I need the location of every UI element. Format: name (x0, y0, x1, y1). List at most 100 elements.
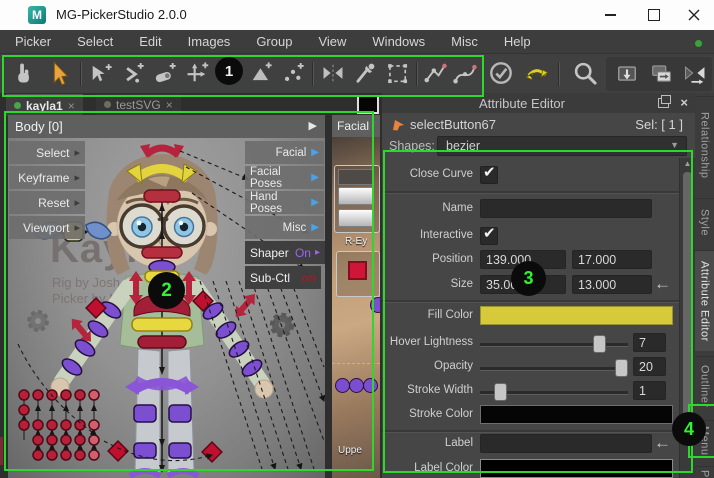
tab-testsvg[interactable]: testSVG × (96, 94, 181, 115)
fill-color-swatch[interactable] (480, 306, 673, 325)
facial-panel-header[interactable]: Facial (332, 115, 380, 137)
label-input[interactable] (480, 434, 652, 453)
tab-outliner[interactable]: Outliner (695, 356, 714, 415)
minimize-button[interactable] (588, 0, 632, 30)
tab-attribute-editor[interactable]: Attribute Editor (695, 250, 714, 351)
subctl-toggle-row[interactable]: Sub-Ctl on (245, 266, 321, 289)
attribute-scrollbar[interactable]: ▲ (679, 158, 695, 478)
add-pose-button-tool[interactable] (118, 58, 148, 90)
misc-button[interactable]: Misc▶ (245, 216, 324, 239)
add-text-button-tool[interactable]: T (214, 58, 244, 90)
search-tool-button[interactable] (570, 58, 600, 90)
facial-joint-dot[interactable] (370, 297, 380, 313)
menu-picker[interactable]: Picker (2, 30, 64, 53)
tab-close-icon[interactable]: × (166, 98, 173, 112)
body-picker-panel: Body [0] ▶ Kayla Rig by Josh Sobel Picke… (8, 115, 325, 478)
finger-controls[interactable] (19, 390, 99, 460)
mirror-panel-icon (682, 60, 708, 86)
hand-pick-tool-button[interactable] (8, 58, 38, 90)
facial-gradient-button[interactable] (338, 209, 374, 227)
marquee-select-tool-button[interactable] (382, 58, 412, 90)
apply-check-tool-button[interactable] (486, 58, 516, 90)
facial-dark-button[interactable] (338, 169, 374, 185)
stroke-width-slider-handle[interactable] (494, 383, 507, 401)
shapes-dropdown[interactable]: bezier ▼ (437, 136, 687, 156)
tab-picker[interactable]: Picker (695, 466, 714, 478)
duplicate-panel-tool-button[interactable] (646, 58, 676, 90)
select-tool-button[interactable] (44, 58, 74, 90)
scroll-up-icon[interactable]: ▲ (680, 159, 695, 168)
name-input[interactable] (480, 199, 652, 218)
body-panel-header[interactable]: Body [0] ▶ (8, 115, 325, 138)
select-menu-button[interactable]: Select▸ (9, 141, 85, 164)
facial-joint-dot[interactable] (335, 378, 350, 393)
menu-windows[interactable]: Windows (359, 30, 438, 53)
add-transform-button-tool[interactable] (182, 58, 212, 90)
menu-group[interactable]: Group (243, 30, 305, 53)
float-dock-icon[interactable] (658, 98, 669, 108)
stroke-width-value[interactable] (633, 381, 666, 400)
facial-gradient-button[interactable] (338, 187, 374, 205)
tab-kayla1[interactable]: kayla1 × (6, 94, 83, 116)
position-y-input[interactable] (572, 250, 652, 269)
position-x-input[interactable] (480, 250, 566, 269)
mirror-panel-tool-button[interactable] (680, 58, 710, 90)
size-height-input[interactable] (572, 275, 652, 294)
button-label: Keyframe (18, 171, 69, 185)
size-width-input[interactable] (480, 275, 566, 294)
play-icon: ▶ (311, 222, 319, 233)
tab-style[interactable]: Style (695, 198, 714, 245)
viewport-menu-button[interactable]: Viewport▸ (9, 216, 85, 239)
shaper-toggle-row[interactable]: Shaper On ▸ (245, 241, 325, 264)
hover-lightness-value[interactable] (633, 333, 666, 352)
bezier-curve-tool-button[interactable] (450, 58, 480, 90)
facial-joint-dot[interactable] (363, 378, 378, 393)
add-dots-button-tool[interactable] (278, 58, 308, 90)
close-curve-checkbox[interactable]: ✔ (480, 166, 498, 184)
panel-expand-icon[interactable]: ▶ (309, 115, 317, 138)
hover-lightness-slider-handle[interactable] (593, 335, 606, 353)
opacity-slider-handle[interactable] (615, 359, 628, 377)
maximize-icon (648, 9, 660, 21)
add-select-button-tool[interactable] (86, 58, 116, 90)
reset-menu-button[interactable]: Reset▸ (9, 191, 85, 214)
window-title: MG-PickerStudio 2.0.0 (56, 7, 187, 22)
color-picker-tool-button[interactable] (350, 58, 380, 90)
mirror-tool-button[interactable] (318, 58, 348, 90)
menu-help[interactable]: Help (491, 30, 544, 53)
toolbar-separator (80, 62, 82, 86)
menu-edit[interactable]: Edit (126, 30, 174, 53)
add-shape-button-tool[interactable] (246, 58, 276, 90)
opacity-slider[interactable] (480, 367, 628, 371)
hand-poses-button[interactable]: Hand Poses▶ (245, 191, 324, 214)
add-slider-button-tool[interactable] (150, 58, 180, 90)
divider (332, 363, 380, 364)
reset-arrow-icon[interactable]: ← (654, 433, 671, 453)
facial-panel-button[interactable]: Facial▶ (245, 141, 324, 164)
close-button[interactable] (674, 0, 714, 30)
keyframe-menu-button[interactable]: Keyframe▸ (9, 166, 85, 189)
namespace-toggle-button[interactable] (357, 95, 379, 114)
menu-view[interactable]: View (305, 30, 359, 53)
tab-menu[interactable]: Menu (695, 420, 714, 461)
facial-joint-dot[interactable] (349, 378, 364, 393)
opacity-value[interactable] (633, 357, 666, 376)
interactive-checkbox[interactable]: ✔ (480, 227, 498, 245)
label-color-swatch[interactable] (480, 459, 673, 478)
reset-arrow-icon[interactable]: ← (654, 274, 671, 294)
mirror-swap-tool-button[interactable] (522, 58, 552, 90)
stroke-color-swatch[interactable] (480, 405, 673, 424)
selection-count: Sel: [ 1 ] (635, 117, 683, 132)
import-image-tool-button[interactable] (612, 58, 642, 90)
panel-close-icon[interactable]: × (680, 95, 688, 110)
maximize-button[interactable] (632, 0, 676, 30)
menu-images[interactable]: Images (175, 30, 244, 53)
tab-relationship[interactable]: Relationship (695, 96, 714, 193)
eye-control-button[interactable] (348, 261, 367, 280)
tab-close-icon[interactable]: × (68, 99, 75, 113)
menu-select[interactable]: Select (64, 30, 126, 53)
polyline-curve-tool-button[interactable] (420, 58, 450, 90)
facial-poses-button[interactable]: Facial Poses▶ (245, 166, 324, 189)
menu-misc[interactable]: Misc (438, 30, 491, 53)
scrollbar-handle[interactable] (683, 172, 692, 422)
